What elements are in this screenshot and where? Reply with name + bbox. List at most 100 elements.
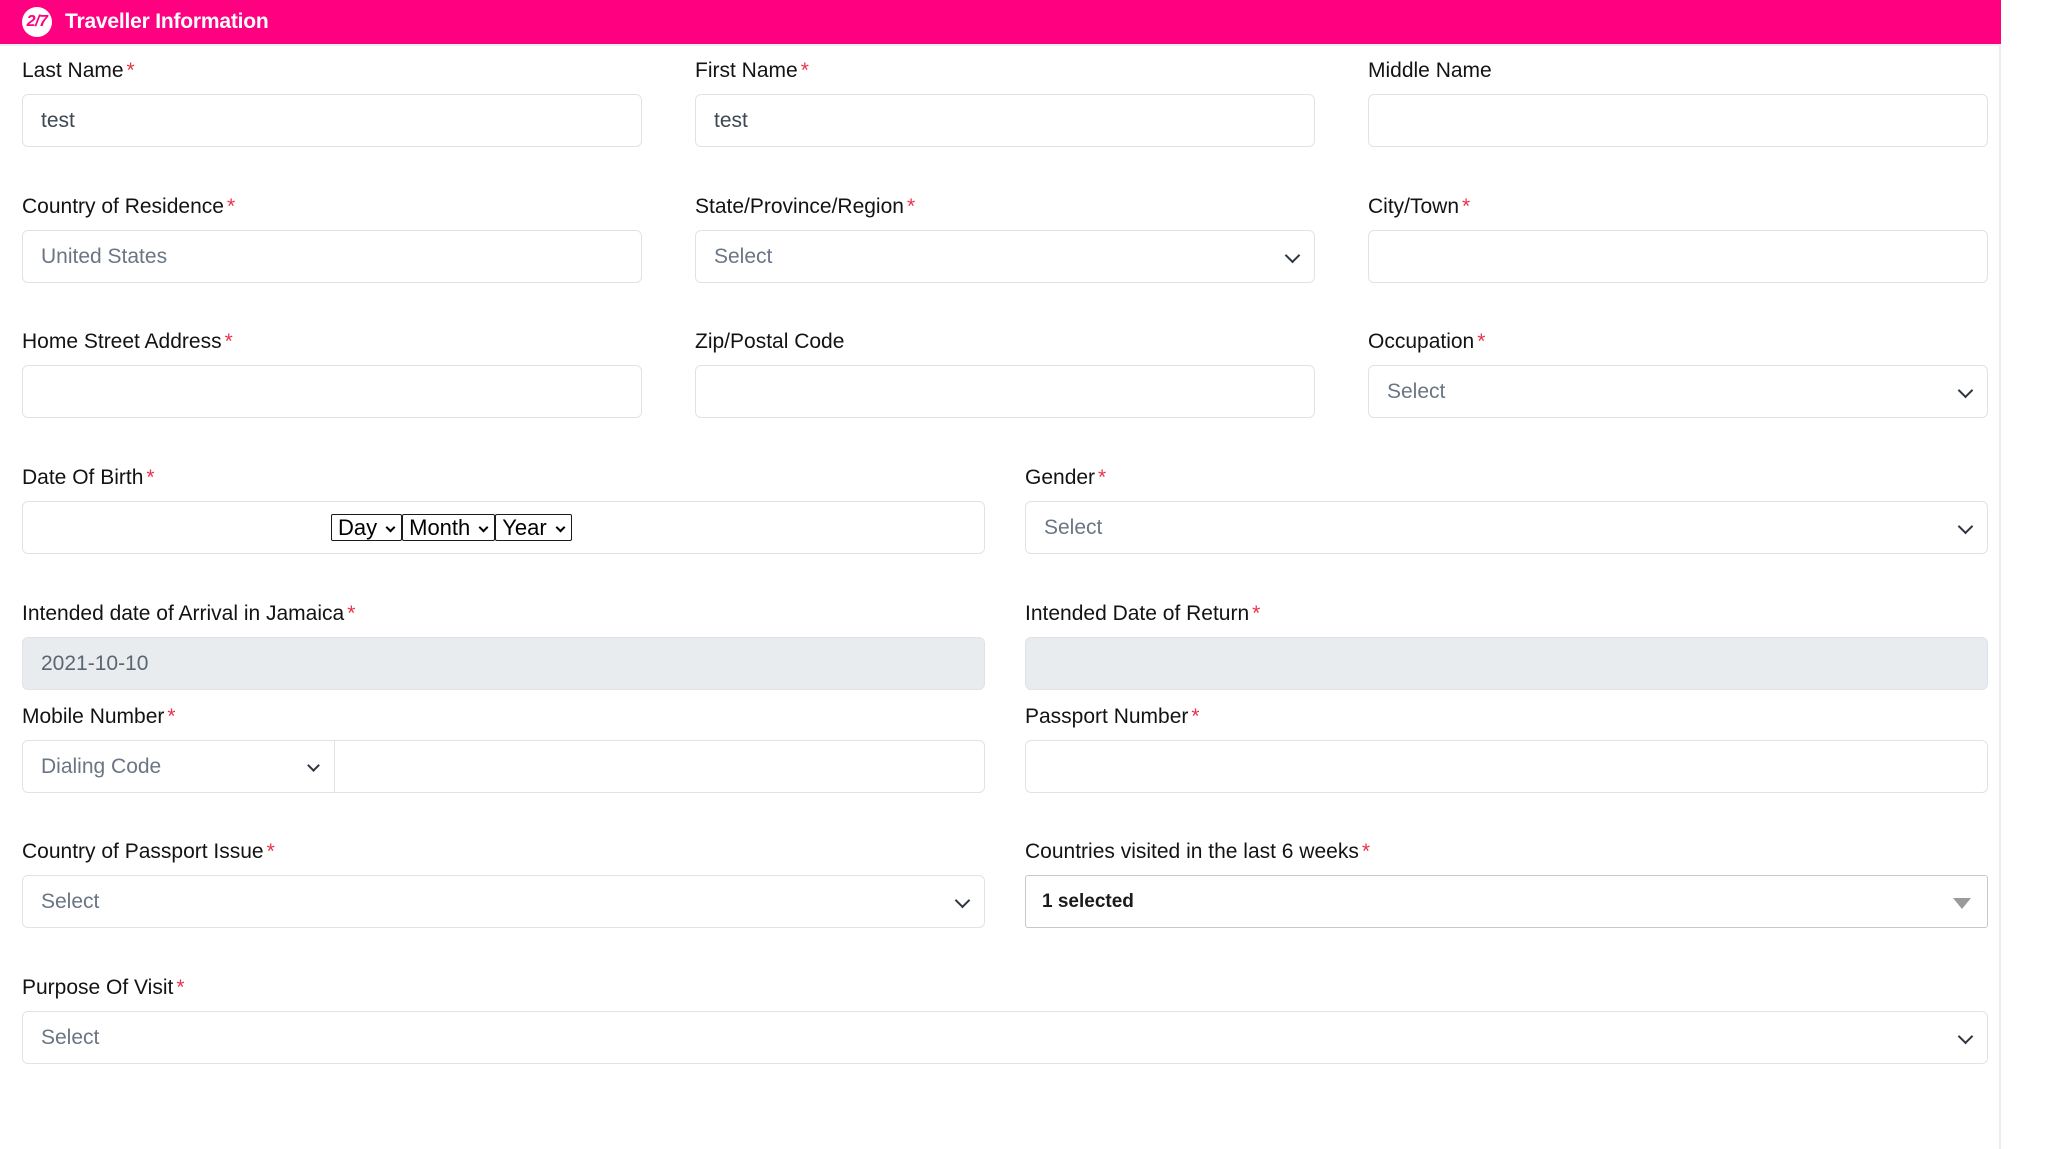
field-arrival-date: Intended date of Arrival in Jamaica * 202… xyxy=(22,601,985,690)
form-row-passport: Country of Passport Issue * Select Countr… xyxy=(0,839,2001,939)
required-marker: * xyxy=(347,602,356,625)
field-middle-name: Middle Name xyxy=(1368,58,1988,147)
traveller-information-page: 2/7 Traveller Information Last Name * tes… xyxy=(0,0,2048,1149)
required-marker: * xyxy=(224,330,233,353)
country-residence-input[interactable]: United States xyxy=(22,230,642,283)
state-province-select[interactable]: Select xyxy=(695,230,1315,283)
page-title: Traveller Information xyxy=(65,10,269,33)
first-name-label: First Name * xyxy=(695,59,809,82)
occupation-select[interactable]: Select xyxy=(1368,365,1988,418)
field-return-date: Intended Date of Return * xyxy=(1025,601,1988,690)
required-marker: * xyxy=(906,195,916,218)
field-passport-country: Country of Passport Issue * Select xyxy=(22,839,985,928)
state-province-value: Select xyxy=(714,245,773,268)
countries-visited-value: 1 selected xyxy=(1042,891,1134,912)
form-row-contact: Mobile Number * Dialing Code Passport Num… xyxy=(0,704,2001,804)
required-marker: * xyxy=(1191,705,1200,728)
purpose-of-visit-label: Purpose Of Visit * xyxy=(22,976,185,999)
required-marker: * xyxy=(1252,602,1261,625)
dob-year-wrap: Year xyxy=(495,511,572,545)
date-of-birth-selects: Day Month Year xyxy=(331,511,572,545)
return-date-label: Intended Date of Return * xyxy=(1025,602,1261,625)
right-gutter xyxy=(2001,0,2048,1149)
mobile-number-input[interactable] xyxy=(335,740,985,793)
home-street-label: Home Street Address * xyxy=(22,330,233,353)
field-date-of-birth: Date Of Birth * Day Month Year xyxy=(22,465,985,554)
countries-visited-label: Countries visited in the last 6 weeks * xyxy=(1025,840,1371,863)
passport-number-input[interactable] xyxy=(1025,740,1988,793)
logo-label: 2/7 xyxy=(26,13,48,30)
dialing-code-value: Dialing Code xyxy=(41,755,162,778)
field-country-residence: Country of Residence * United States xyxy=(22,194,642,283)
last-name-label: Last Name * xyxy=(22,59,135,82)
passport-number-label: Passport Number * xyxy=(1025,705,1200,728)
home-street-input[interactable] xyxy=(22,365,642,418)
chevron-down-icon xyxy=(1957,382,1974,398)
mobile-number-label: Mobile Number * xyxy=(22,705,176,728)
passport-country-value: Select xyxy=(41,890,100,913)
countries-visited-multiselect[interactable]: 1 selected xyxy=(1025,875,1988,928)
city-town-input[interactable] xyxy=(1368,230,1988,283)
required-marker: * xyxy=(800,59,809,82)
zip-code-input[interactable] xyxy=(695,365,1315,418)
field-first-name: First Name * test xyxy=(695,58,1315,147)
field-zip-code: Zip/Postal Code xyxy=(695,329,1315,418)
field-purpose-of-visit: Purpose Of Visit * Select xyxy=(22,975,1988,1064)
city-town-label: City/Town * xyxy=(1368,195,1471,218)
field-gender: Gender * Select xyxy=(1025,465,1988,554)
state-province-label: State/Province/Region * xyxy=(695,195,916,218)
passport-country-select[interactable]: Select xyxy=(22,875,985,928)
zip-code-label: Zip/Postal Code xyxy=(695,330,845,353)
gender-label: Gender * xyxy=(1025,466,1107,489)
required-marker: * xyxy=(226,195,236,218)
required-marker: * xyxy=(266,840,275,863)
arrival-date-label: Intended date of Arrival in Jamaica * xyxy=(22,602,356,625)
dob-month-wrap: Month xyxy=(402,511,496,545)
dialing-code-select[interactable]: Dialing Code xyxy=(22,740,335,793)
gender-select[interactable]: Select xyxy=(1025,501,1988,554)
required-marker: * xyxy=(176,976,185,999)
date-of-birth-group: Day Month Year xyxy=(22,501,985,554)
field-occupation: Occupation * Select xyxy=(1368,329,1988,418)
first-name-input[interactable]: test xyxy=(695,94,1315,147)
field-state-province: State/Province/Region * Select xyxy=(695,194,1315,283)
last-name-input[interactable]: test xyxy=(22,94,642,147)
required-marker: * xyxy=(1477,330,1486,353)
form-row-names: Last Name * test First Name * test Middle … xyxy=(0,58,2001,158)
field-last-name: Last Name * test xyxy=(22,58,642,147)
form-content: Last Name * test First Name * test Middle … xyxy=(0,46,2001,1149)
chevron-down-icon xyxy=(954,892,971,908)
middle-name-input[interactable] xyxy=(1368,94,1988,147)
field-countries-visited: Countries visited in the last 6 weeks * 1… xyxy=(1025,839,1988,928)
required-marker: * xyxy=(1361,840,1371,863)
dob-month-select[interactable]: Month xyxy=(402,513,496,541)
dob-day-select[interactable]: Day xyxy=(331,513,403,541)
required-marker: * xyxy=(146,466,155,489)
return-date-input[interactable] xyxy=(1025,637,1988,690)
page-header: 2/7 Traveller Information xyxy=(0,0,2001,44)
chevron-down-icon xyxy=(1957,518,1974,534)
passport-country-label: Country of Passport Issue * xyxy=(22,840,275,863)
field-passport-number: Passport Number * xyxy=(1025,704,1988,793)
field-mobile-number: Mobile Number * Dialing Code xyxy=(22,704,985,793)
form-row-dob-gender: Date Of Birth * Day Month Year Gender * … xyxy=(0,465,2001,565)
occupation-label: Occupation * xyxy=(1368,330,1486,353)
form-row-travel-dates: Intended date of Arrival in Jamaica * 202… xyxy=(0,601,2001,701)
required-marker: * xyxy=(167,705,176,728)
arrival-date-input[interactable]: 2021-10-10 xyxy=(22,637,985,690)
required-marker: * xyxy=(1098,466,1107,489)
mobile-number-group: Dialing Code xyxy=(22,740,985,793)
purpose-of-visit-select[interactable]: Select xyxy=(22,1011,1988,1064)
chevron-down-icon xyxy=(307,758,320,772)
chevron-down-icon xyxy=(1284,247,1301,263)
occupation-value: Select xyxy=(1387,380,1446,403)
country-residence-label: Country of Residence * xyxy=(22,195,236,218)
circle-logo-icon: 2/7 xyxy=(22,7,52,37)
gender-value: Select xyxy=(1044,516,1103,539)
chevron-down-icon xyxy=(1957,1028,1974,1044)
dob-day-wrap: Day xyxy=(331,511,403,545)
purpose-of-visit-value: Select xyxy=(41,1026,100,1049)
triangle-down-icon xyxy=(1953,897,1971,909)
dob-year-select[interactable]: Year xyxy=(495,513,572,541)
required-marker: * xyxy=(1462,195,1471,218)
